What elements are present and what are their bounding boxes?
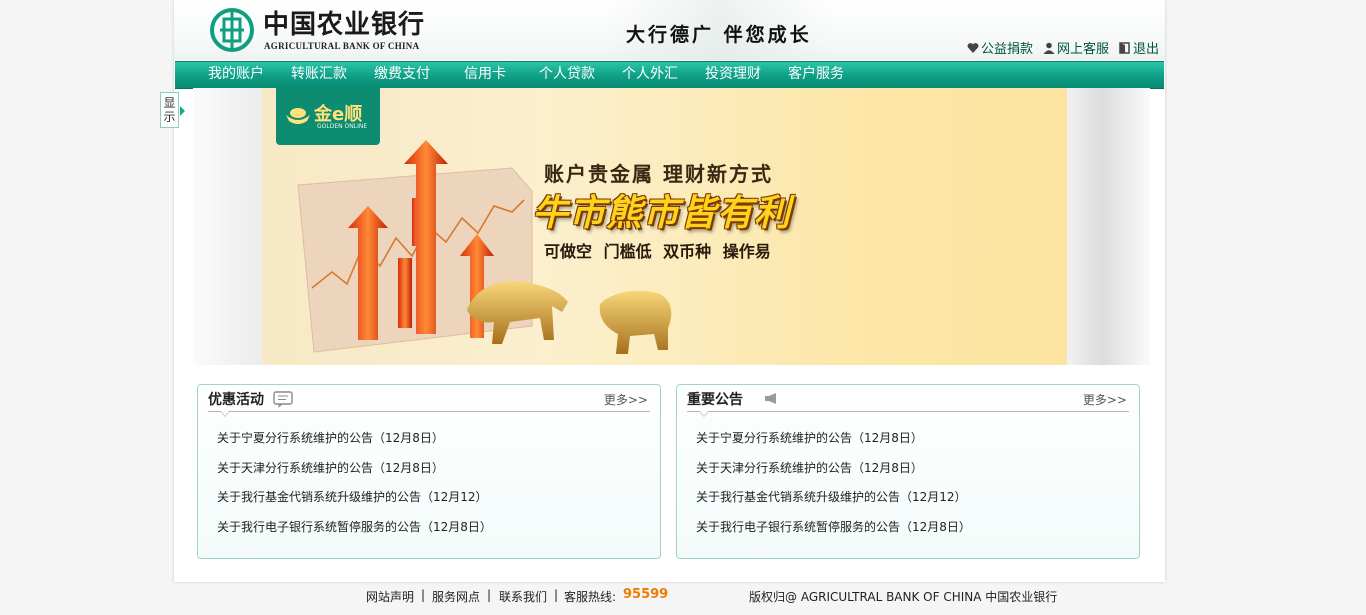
divider bbox=[687, 411, 1129, 412]
header-links: 公益捐款 网上客服 退出 bbox=[967, 38, 1159, 57]
promo-banner[interactable]: 金e顺 GOLDEN ONLINE 账户贵金属 理财新方式 牛市熊市皆有利 可做… bbox=[262, 88, 1067, 365]
heart-icon bbox=[967, 42, 979, 53]
slogan: 大行德广 伴您成长 bbox=[626, 24, 812, 46]
footer-separator: | bbox=[554, 588, 559, 602]
banner-main-slogan: 牛市熊市皆有利 bbox=[532, 193, 792, 234]
list-item[interactable]: 关于我行基金代销系统升级维护的公告（12月12） bbox=[696, 488, 971, 518]
divider bbox=[208, 411, 650, 412]
promotions-list: 关于宁夏分行系统维护的公告（12月8日） 关于天津分行系统维护的公告（12月8日… bbox=[217, 429, 492, 547]
notices-panel: 重要公告 更多>> 关于宁夏分行系统维护的公告（12月8日） 关于天津分行系统维… bbox=[676, 384, 1140, 559]
list-item[interactable]: 关于天津分行系统维护的公告（12月8日） bbox=[696, 459, 971, 489]
logout-label: 退出 bbox=[1132, 42, 1159, 57]
show-side-tab[interactable]: 显示 bbox=[160, 92, 179, 128]
notices-more-link[interactable]: 更多>> bbox=[1083, 391, 1127, 408]
promotions-panel: 优惠活动 更多>> 关于宁夏分行系统维护的公告（12月8日） 关于天津分行系统维… bbox=[197, 384, 661, 559]
megaphone-icon bbox=[765, 393, 776, 404]
footer-link-statement[interactable]: 网站声明 bbox=[366, 588, 414, 605]
golden-online-badge: 金e顺 GOLDEN ONLINE bbox=[276, 88, 380, 145]
chat-bubble-icon bbox=[273, 391, 293, 408]
list-item[interactable]: 关于天津分行系统维护的公告（12月8日） bbox=[217, 459, 492, 489]
exit-icon bbox=[1119, 41, 1130, 54]
notices-title: 重要公告 bbox=[687, 392, 743, 408]
header: 中国农业银行 AGRICULTURAL BANK OF CHINA 大行德广 伴… bbox=[174, 0, 1165, 60]
nav-personal-loan[interactable]: 个人贷款 bbox=[539, 62, 595, 88]
bank-name-cn: 中国农业银行 bbox=[263, 10, 426, 40]
promotions-more-link[interactable]: 更多>> bbox=[604, 391, 648, 408]
logout-link[interactable]: 退出 bbox=[1119, 38, 1159, 57]
footer-separator: | bbox=[487, 588, 492, 602]
footer-separator: | bbox=[421, 588, 426, 602]
footer-link-contact[interactable]: 联系我们 bbox=[499, 588, 547, 605]
banner-features: 可做空 门槛低 双币种 操作易 bbox=[544, 242, 771, 261]
list-item[interactable]: 关于宁夏分行系统维护的公告（12月8日） bbox=[696, 429, 971, 459]
list-item[interactable]: 关于宁夏分行系统维护的公告（12月8日） bbox=[217, 429, 492, 459]
list-item[interactable]: 关于我行基金代销系统升级维护的公告（12月12） bbox=[217, 488, 492, 518]
main-nav: 我的账户 转账汇款 缴费支付 信用卡 个人贷款 个人外汇 投资理财 客户服务 bbox=[175, 61, 1164, 89]
footer: 网站声明 | 服务网点 | 联系我们 | 客服热线: 95599 版权归@ AG… bbox=[366, 587, 1066, 605]
hotline-number: 95599 bbox=[623, 587, 669, 602]
side-tab-arrow-icon[interactable] bbox=[180, 106, 185, 116]
promotions-title: 优惠活动 bbox=[208, 392, 264, 408]
nav-my-account[interactable]: 我的账户 bbox=[208, 62, 264, 88]
nav-personal-forex[interactable]: 个人外汇 bbox=[622, 62, 678, 88]
donate-link-label: 公益捐款 bbox=[980, 42, 1033, 57]
list-item[interactable]: 关于我行电子银行系统暂停服务的公告（12月8日） bbox=[696, 518, 971, 548]
online-service-label: 网上客服 bbox=[1056, 42, 1109, 57]
gold-ingot-icon bbox=[286, 108, 310, 124]
donate-link[interactable]: 公益捐款 bbox=[967, 38, 1033, 57]
nav-transfer[interactable]: 转账汇款 bbox=[291, 62, 347, 88]
banner-headline: 账户贵金属 理财新方式 bbox=[544, 162, 773, 186]
nav-investment[interactable]: 投资理财 bbox=[705, 62, 761, 88]
golden-online-brand-en: GOLDEN ONLINE bbox=[317, 123, 368, 130]
bear-figure bbox=[599, 290, 672, 354]
list-item[interactable]: 关于我行电子银行系统暂停服务的公告（12月8日） bbox=[217, 518, 492, 548]
nav-customer-service[interactable]: 客户服务 bbox=[788, 62, 844, 88]
online-service-link[interactable]: 网上客服 bbox=[1043, 38, 1109, 57]
notices-list: 关于宁夏分行系统维护的公告（12月8日） 关于天津分行系统维护的公告（12月8日… bbox=[696, 429, 971, 547]
nav-payment[interactable]: 缴费支付 bbox=[374, 62, 430, 88]
abc-logo-icon bbox=[210, 8, 254, 52]
nav-credit-card[interactable]: 信用卡 bbox=[464, 62, 506, 88]
hotline-label: 客服热线: bbox=[564, 590, 617, 604]
bank-logo[interactable]: 中国农业银行 AGRICULTURAL BANK OF CHINA bbox=[210, 7, 440, 53]
footer-link-branches[interactable]: 服务网点 bbox=[432, 588, 480, 605]
bank-name-en: AGRICULTURAL BANK OF CHINA bbox=[264, 41, 420, 51]
copyright: 版权归@ AGRICULTRAL BANK OF CHINA 中国农业银行 bbox=[749, 590, 1058, 604]
person-icon bbox=[1043, 42, 1055, 54]
